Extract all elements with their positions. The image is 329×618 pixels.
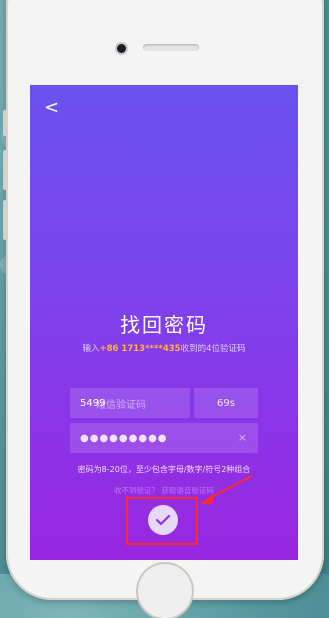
checkmark-icon <box>155 514 171 526</box>
phone-side-button <box>3 110 7 136</box>
instruction-prefix: 输入 <box>82 344 100 354</box>
annotation-arrow <box>200 475 253 504</box>
front-camera <box>117 44 126 53</box>
page-title: 找回密码 <box>120 313 208 337</box>
password-input[interactable]: ●●●●●●●●● × <box>70 423 258 453</box>
password-rule-text: 密码为8-20位，至少包含字母/数字/符号2种组合 <box>77 465 251 474</box>
app-screen: < 找回密码 输入+86 1713****435收到的4位验证码 5499 短信… <box>30 85 298 560</box>
verification-instruction: 输入+86 1713****435收到的4位验证码 <box>30 342 298 354</box>
sms-code-placeholder: 短信验证码 <box>96 399 146 411</box>
submit-button[interactable] <box>148 505 178 535</box>
back-icon[interactable]: < <box>44 99 59 117</box>
home-button[interactable] <box>138 564 192 618</box>
earpiece-speaker <box>143 44 199 51</box>
instruction-suffix: 收到的4位验证码 <box>180 344 246 354</box>
password-value: ●●●●●●●●● <box>80 432 168 444</box>
resend-countdown[interactable]: 69s <box>194 388 258 418</box>
voice-code-link[interactable]: 收不到验证？ 获取语音验证码 <box>30 485 298 496</box>
clear-icon[interactable]: × <box>238 431 248 444</box>
phone-side-button <box>3 150 7 190</box>
masked-phone-number: +86 1713****435 <box>99 344 181 354</box>
annotation-highlight-box <box>126 497 198 545</box>
phone-side-button <box>3 200 7 240</box>
sms-code-input[interactable]: 5499 短信验证码 <box>70 388 190 418</box>
